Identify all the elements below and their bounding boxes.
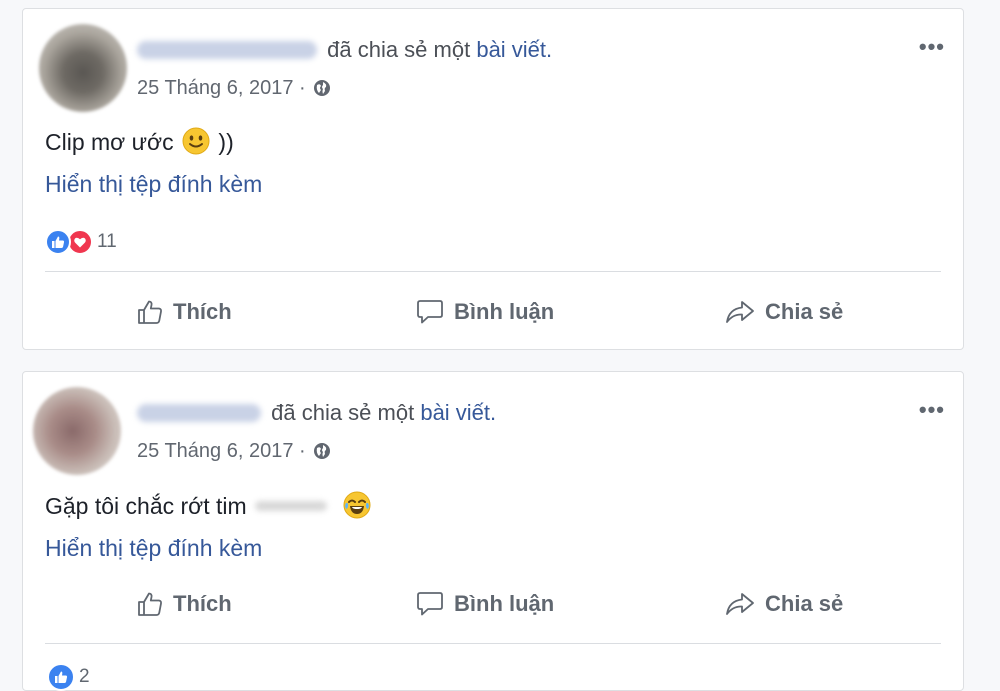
- share-button[interactable]: Chia sẻ: [725, 292, 843, 332]
- post-card: đã chia sẻ một bài viết. 25 Tháng 6, 201…: [22, 8, 964, 350]
- comment-label: Bình luận: [454, 299, 555, 324]
- author-name-blurred[interactable]: [137, 41, 317, 59]
- comment-label: Bình luận: [454, 591, 555, 616]
- blurred-text: [255, 501, 328, 511]
- show-attachment-link[interactable]: Hiển thị tệp đính kèm: [45, 533, 262, 563]
- post-link[interactable]: bài viết.: [420, 400, 496, 425]
- like-label: Thích: [173, 591, 232, 616]
- post-header: đã chia sẻ một bài viết.: [137, 399, 496, 427]
- post-text-suffix: )): [218, 129, 234, 155]
- thumbs-up-icon: [138, 300, 162, 324]
- more-options-icon[interactable]: •••: [919, 36, 945, 58]
- author-name-blurred[interactable]: [137, 404, 261, 422]
- like-reaction-icon: [47, 663, 75, 691]
- divider: [45, 271, 941, 272]
- reaction-summary[interactable]: 11: [45, 228, 117, 256]
- like-label: Thích: [173, 299, 232, 324]
- post-link[interactable]: bài viết.: [476, 37, 552, 62]
- like-reaction-icon: [45, 229, 71, 255]
- action-bar: Thích Bình luận Chia sẻ: [23, 292, 963, 332]
- share-arrow-icon: [726, 593, 754, 615]
- shared-text: đã chia sẻ một: [327, 37, 471, 62]
- share-label: Chia sẻ: [765, 299, 844, 324]
- post-card: đã chia sẻ một bài viết. 25 Tháng 6, 201…: [22, 371, 964, 691]
- globe-icon: [313, 442, 331, 466]
- avatar[interactable]: [33, 387, 121, 475]
- post-date[interactable]: 25 Tháng 6, 2017 ·: [137, 440, 306, 462]
- reaction-summary[interactable]: 2: [47, 663, 90, 691]
- comment-button[interactable]: Bình luận: [416, 584, 554, 624]
- reaction-count[interactable]: 2: [79, 666, 90, 688]
- comment-icon: [417, 300, 443, 324]
- share-label: Chia sẻ: [765, 591, 844, 616]
- comment-icon: [417, 592, 443, 616]
- more-options-icon[interactable]: •••: [919, 399, 945, 421]
- reaction-count[interactable]: 11: [97, 231, 117, 253]
- globe-icon: [313, 79, 331, 103]
- post-text-content: Clip mơ ước: [45, 129, 174, 155]
- post-text: Gặp tôi chắc rớt tim: [45, 491, 373, 526]
- like-button[interactable]: Thích: [137, 584, 232, 624]
- share-button[interactable]: Chia sẻ: [725, 584, 843, 624]
- post-text: Clip mơ ước )): [45, 127, 234, 162]
- divider: [45, 643, 941, 644]
- post-date[interactable]: 25 Tháng 6, 2017 ·: [137, 77, 306, 99]
- post-header: đã chia sẻ một bài viết.: [137, 36, 552, 64]
- action-bar: Thích Bình luận Chia sẻ: [23, 584, 963, 624]
- show-attachment-link[interactable]: Hiển thị tệp đính kèm: [45, 169, 262, 199]
- avatar[interactable]: [39, 24, 127, 112]
- thumbs-up-icon: [138, 592, 162, 616]
- like-button[interactable]: Thích: [137, 292, 232, 332]
- share-arrow-icon: [726, 301, 754, 323]
- post-meta: 25 Tháng 6, 2017 ·: [137, 76, 331, 103]
- post-meta: 25 Tháng 6, 2017 ·: [137, 439, 331, 466]
- slightly-smiling-face-icon: [182, 127, 210, 162]
- comment-button[interactable]: Bình luận: [416, 292, 554, 332]
- shared-text: đã chia sẻ một: [271, 400, 415, 425]
- post-text-content: Gặp tôi chắc rớt tim: [45, 493, 247, 519]
- tears-of-joy-face-icon: [343, 491, 371, 526]
